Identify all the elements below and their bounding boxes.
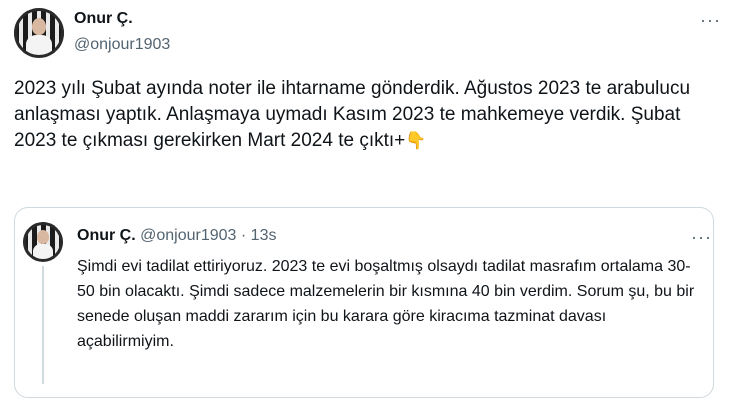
tweet-text: 2023 yılı Şubat ayında noter ile ihtarna… [14,76,714,154]
quoted-tweet-header: Onur Ç. @onjour1903 · 13s [77,227,276,245]
more-options-icon[interactable]: ··· [691,228,712,246]
avatar-ring [14,8,64,58]
more-options-icon[interactable]: ··· [700,11,721,29]
author-name[interactable]: Onur Ç. [74,10,133,28]
quoted-timestamp[interactable]: 13s [251,227,277,244]
quoted-author-avatar[interactable] [23,222,63,262]
header-separator: · [240,227,247,244]
backhand-index-pointing-down-icon: 👇 [405,131,427,151]
quoted-author-name[interactable]: Onur Ç. [77,227,136,244]
quoted-author-handle[interactable]: @onjour1903 [140,227,236,244]
quoted-tweet[interactable]: Onur Ç. @onjour1903 · 13s ··· Şimdi evi … [14,207,714,398]
author-handle[interactable]: @onjour1903 [74,36,170,54]
quoted-tweet-text: Şimdi evi tadilat ettiriyoruz. 2023 te e… [77,258,695,350]
thread-line [42,266,44,384]
author-avatar[interactable] [14,8,64,58]
avatar-ring [23,222,63,262]
tweet-body: 2023 yılı Şubat ayında noter ile ihtarna… [14,78,691,151]
